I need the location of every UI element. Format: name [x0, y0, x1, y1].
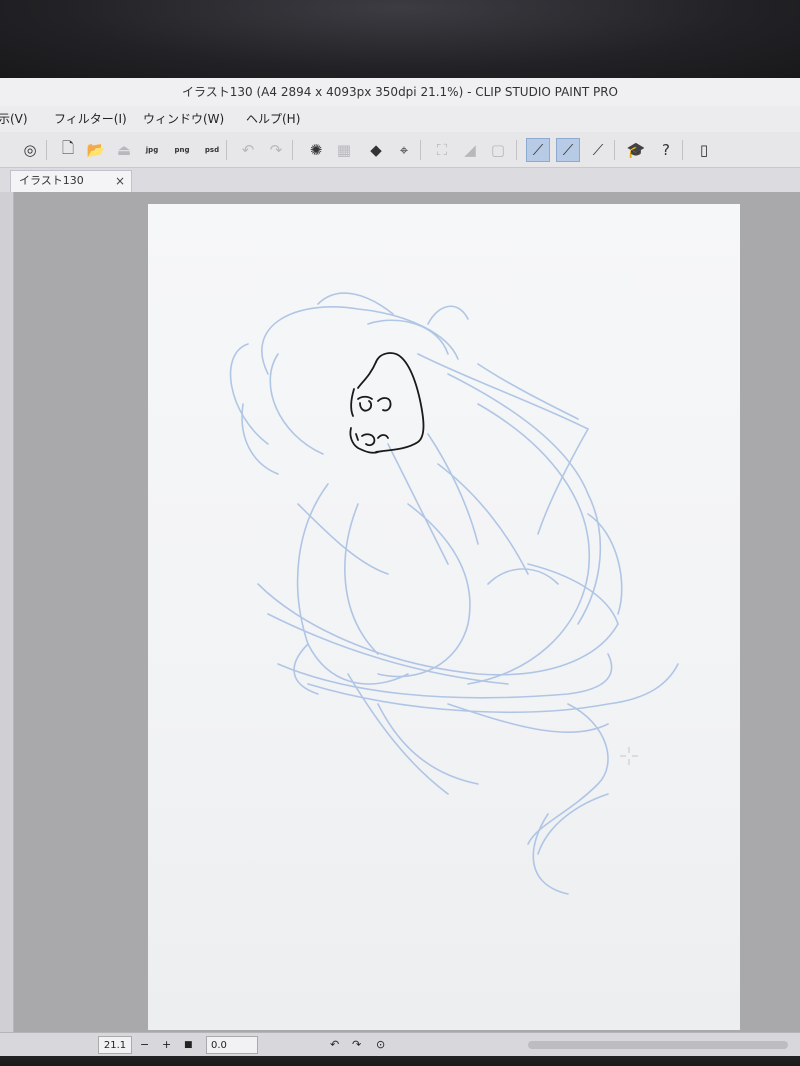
learn-icon-glyph: 🎓 — [626, 141, 646, 159]
snap-to-ruler-icon[interactable]: ⟋ — [526, 138, 550, 162]
selection-border-icon[interactable]: ▢ — [486, 138, 510, 162]
command-bar: ◎ 🗋 📂 ⏏ jpg png psd ↶ ↷ ✺ ▦ ◆ ⌖ ⛶ ◢ ▢ ⟋ ⟋ ⟋ 🎓? ▯ — [0, 132, 800, 168]
toolbar-separator — [46, 140, 47, 160]
sketch-drawing — [229, 292, 679, 895]
export-psd-icon[interactable]: psd — [200, 138, 224, 162]
export-jpg-icon[interactable]: jpg — [140, 138, 164, 162]
redo-icon[interactable]: ↷ — [264, 138, 288, 162]
transform-icon[interactable]: ⌖ — [392, 138, 416, 162]
canvas-workspace[interactable] — [14, 192, 800, 1032]
rotate-left-button[interactable]: ↶ — [330, 1036, 339, 1054]
export-png-icon[interactable]: png — [170, 138, 194, 162]
help-icon-glyph: ? — [662, 141, 670, 159]
new-file-icon-glyph: 🗋 — [61, 138, 75, 157]
zoom-out-button[interactable]: − — [140, 1036, 149, 1054]
loading-spinner-icon[interactable]: ✺ — [304, 138, 328, 162]
reset-rotation-button[interactable]: ⊙ — [376, 1036, 385, 1054]
open-folder-icon[interactable]: 📂 — [84, 138, 108, 162]
zoom-field[interactable]: 21.1 — [98, 1036, 132, 1054]
invert-selection-icon-glyph: ◢ — [464, 141, 476, 159]
save-disabled-icon[interactable]: ⏏ — [112, 138, 136, 162]
smartphone-icon[interactable]: ▯ — [692, 138, 716, 162]
smartphone-icon-glyph: ▯ — [699, 141, 709, 159]
fill-icon[interactable]: ◆ — [364, 138, 388, 162]
snap-to-ruler-icon-glyph: ⟋ — [532, 141, 544, 159]
rough-sketch-lines — [229, 292, 679, 895]
toolbar-separator — [614, 140, 615, 160]
toolbar-separator — [516, 140, 517, 160]
document-tab-bar: イラスト130 × — [0, 168, 800, 192]
undo-icon[interactable]: ↶ — [236, 138, 260, 162]
fill-icon-glyph: ◆ — [370, 141, 382, 159]
save-disabled-icon-glyph: ⏏ — [116, 141, 132, 159]
toolbar-separator — [292, 140, 293, 160]
redo-icon-glyph: ↷ — [269, 141, 283, 159]
loading-spinner-icon-glyph: ✺ — [309, 141, 323, 159]
snap-to-special-ruler-icon[interactable]: ⟋ — [556, 138, 580, 162]
menu-window[interactable]: ウィンドウ(W) — [143, 106, 224, 132]
clear-layer-icon-glyph: ▦ — [336, 141, 352, 159]
learn-icon[interactable]: 🎓 — [624, 138, 648, 162]
snap-to-grid-icon-glyph: ⟋ — [592, 141, 604, 159]
deselect-icon[interactable]: ⛶ — [430, 138, 454, 162]
canvas-paper[interactable] — [148, 204, 740, 1030]
export-jpg-icon-glyph: jpg — [145, 146, 159, 154]
crosshair-cursor — [620, 747, 638, 765]
clip-studio-logo-icon[interactable]: ◎ — [18, 138, 42, 162]
transform-icon-glyph: ⌖ — [399, 141, 409, 159]
stop-button[interactable]: ■ — [184, 1036, 193, 1054]
invert-selection-icon[interactable]: ◢ — [458, 138, 482, 162]
left-panel-edge — [0, 192, 14, 1056]
undo-icon-glyph: ↶ — [241, 141, 255, 159]
inked-face-lines — [349, 352, 425, 454]
close-icon[interactable]: × — [115, 171, 125, 191]
rotation-angle-field[interactable]: 0.0 — [206, 1036, 258, 1054]
clip-studio-window: イラスト130 (A4 2894 x 4093px 350dpi 21.1%) … — [0, 78, 800, 1056]
export-psd-icon-glyph: psd — [204, 146, 220, 154]
deselect-icon-glyph: ⛶ — [436, 141, 448, 159]
menu-bar: 示(V) フィルター(I) ウィンドウ(W) ヘルプ(H) — [0, 106, 800, 132]
toolbar-separator — [226, 140, 227, 160]
snap-to-grid-icon[interactable]: ⟋ — [586, 138, 610, 162]
clear-layer-icon[interactable]: ▦ — [332, 138, 356, 162]
export-png-icon-glyph: png — [174, 146, 190, 154]
status-bar: 21.1 − + ■ 0.0 ↶ ↷ ⊙ — [0, 1032, 800, 1056]
snap-to-special-ruler-icon-glyph: ⟋ — [562, 141, 574, 159]
clip-studio-logo-icon-glyph: ◎ — [23, 141, 37, 159]
rotate-right-button[interactable]: ↷ — [352, 1036, 361, 1054]
menu-filter[interactable]: フィルター(I) — [54, 106, 127, 132]
open-folder-icon-glyph: 📂 — [86, 141, 106, 159]
monitor-bezel — [0, 0, 800, 80]
selection-border-icon-glyph: ▢ — [490, 141, 506, 159]
horizontal-scrollbar[interactable] — [528, 1041, 788, 1049]
toolbar-separator — [682, 140, 683, 160]
photo-of-monitor: イラスト130 (A4 2894 x 4093px 350dpi 21.1%) … — [0, 0, 800, 1066]
new-file-icon[interactable]: 🗋 — [56, 138, 80, 162]
zoom-in-button[interactable]: + — [162, 1036, 171, 1054]
tab-illust130[interactable]: イラスト130 × — [10, 170, 132, 192]
toolbar-separator — [420, 140, 421, 160]
window-title: イラスト130 (A4 2894 x 4093px 350dpi 21.1%) … — [0, 78, 800, 106]
menu-help[interactable]: ヘルプ(H) — [246, 106, 300, 132]
menu-view[interactable]: 示(V) — [0, 106, 28, 132]
help-icon[interactable]: ? — [654, 138, 678, 162]
tab-label: イラスト130 — [19, 174, 84, 187]
